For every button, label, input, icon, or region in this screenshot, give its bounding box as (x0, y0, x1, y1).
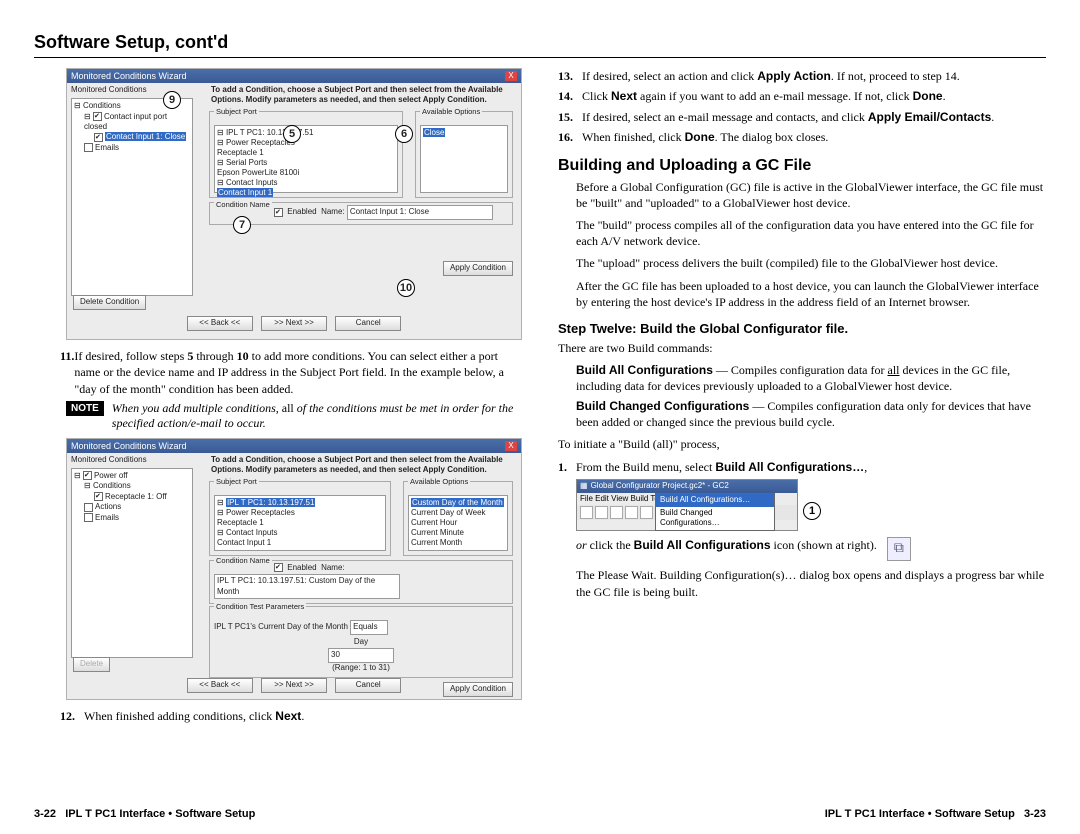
subject-port-label: Subject Port (214, 107, 259, 116)
build-menu-dropdown[interactable]: Build All Configurations… Build Changed … (655, 493, 775, 531)
section-title: Software Setup, cont'd (34, 30, 1046, 58)
tree-item-selected[interactable]: Contact Input 1: Close (105, 132, 186, 141)
wizard-screenshot-2: Monitored Conditions Wizard X Monitored … (66, 438, 522, 700)
condition-name-label: Condition Name (214, 200, 272, 209)
panel-label: Monitored Conditions (67, 453, 197, 466)
name-label: Name: (321, 563, 345, 572)
page-footer: 3-22 IPL T PC1 Interface • Software Setu… (34, 801, 1046, 822)
build-commands-intro: There are two Build commands: (558, 340, 1046, 356)
step-num-12: 12. (60, 708, 84, 724)
def-build-all: Build All Configurations — Compiles conf… (576, 362, 1046, 394)
page-number-left: 3-22 (34, 808, 56, 820)
initiate-build: To initiate a "Build (all)" process, (558, 436, 1046, 452)
cancel-button[interactable]: Cancel (335, 316, 401, 331)
gc-window-icon: ▦ (580, 481, 588, 492)
next-button[interactable]: >> Next >> (261, 316, 327, 331)
equals-field[interactable]: Equals (350, 620, 388, 635)
toolbar-icon[interactable] (625, 506, 638, 519)
step-num-14: 14. (558, 88, 582, 104)
para-build: The "build" process compiles all of the … (576, 217, 1046, 249)
footer-text-left: IPL T PC1 Interface • Software Setup (65, 808, 255, 820)
close-icon[interactable]: X (505, 441, 517, 451)
test-params-label: Condition Test Parameters (214, 602, 306, 611)
test-field-label: IPL T PC1's Current Day of the Month (214, 622, 348, 631)
menu-build-changed[interactable]: Build Changed Configurations… (656, 507, 774, 531)
step-13: If desired, select an action and click A… (582, 68, 960, 84)
step-num-11: 11. (60, 348, 74, 397)
tree-item: Emails (95, 143, 119, 152)
subject-port-list[interactable]: ⊟ IPL T PC1: 10.13.197.51 ⊟ Power Recept… (214, 495, 386, 551)
heading-building: Building and Uploading a GC File (558, 155, 1046, 177)
note-tag: NOTE (66, 401, 104, 417)
right-column: 13.If desired, select an action and clic… (558, 68, 1046, 801)
para-upload: The "upload" process delivers the built … (576, 255, 1046, 271)
window-title: Monitored Conditions Wizard (71, 440, 187, 452)
enabled-checkbox[interactable]: Enabled (287, 207, 316, 216)
step-11-text: If desired, follow steps 5 through 10 to… (74, 348, 522, 397)
gc-window-title: Global Configurator Project.gc2* - GC2 (591, 481, 729, 492)
range-hint: (Range: 1 to 31) (332, 663, 390, 672)
condition-name-label: Condition Name (214, 556, 272, 565)
delete-button: Delete (73, 657, 110, 672)
close-icon[interactable]: X (505, 71, 517, 81)
apply-condition-button[interactable]: Apply Condition (443, 261, 513, 276)
step-1: From the Build menu, select Build All Co… (576, 459, 867, 475)
subject-port-label: Subject Port (214, 477, 259, 486)
step-14: Click Next again if you want to add an e… (582, 88, 946, 104)
tree-root: Conditions (83, 101, 121, 110)
toolbar-icon[interactable] (595, 506, 608, 519)
step-num-13: 13. (558, 68, 582, 84)
conditions-tree[interactable]: ⊟ Power off ⊟ Conditions Receptacle 1: O… (71, 468, 193, 658)
note-text: When you add multiple conditions, all of… (112, 401, 522, 432)
or-click-icon: or click the Build All Configurations ic… (576, 537, 1046, 561)
day-label: Day (354, 637, 368, 646)
please-wait-para: The Please Wait. Building Configuration(… (576, 567, 1046, 599)
step-num-16: 16. (558, 129, 582, 145)
toolbar-icon[interactable] (580, 506, 593, 519)
enabled-checkbox[interactable]: Enabled (287, 563, 316, 572)
para-intro: Before a Global Configuration (GC) file … (576, 179, 1046, 211)
step-num-15: 15. (558, 109, 582, 125)
left-column: Monitored Conditions Wizard X Monitored … (34, 68, 522, 801)
available-options-list[interactable]: Custom Day of the Month Current Day of W… (408, 495, 508, 551)
delete-condition-button[interactable]: Delete Condition (73, 295, 146, 310)
step-15: If desired, select an e-mail message and… (582, 109, 994, 125)
page-number-right: 3-23 (1024, 808, 1046, 820)
conditions-tree[interactable]: ⊟ Conditions ⊟ Contact input port closed… (71, 98, 193, 296)
heading-step-twelve: Step Twelve: Build the Global Configurat… (558, 320, 1046, 338)
back-button[interactable]: << Back << (187, 316, 253, 331)
def-build-changed: Build Changed Configurations — Compiles … (576, 398, 1046, 430)
step-12-text: When finished adding conditions, click N… (84, 708, 304, 724)
menu-build-all[interactable]: Build All Configurations… (656, 494, 774, 507)
day-input[interactable]: 30 (328, 648, 394, 663)
instruction-text: To add a Condition, choose a Subject Por… (205, 83, 517, 109)
wizard-screenshot-1: Monitored Conditions Wizard X Monitored … (66, 68, 522, 340)
name-input[interactable]: IPL T PC1: 10.13.197.51: Custom Day of t… (214, 574, 400, 600)
next-button[interactable]: >> Next >> (261, 678, 327, 693)
name-input[interactable]: Contact Input 1: Close (347, 205, 493, 220)
footer-text-right: IPL T PC1 Interface • Software Setup (825, 808, 1015, 820)
para-after: After the GC file has been uploaded to a… (576, 278, 1046, 310)
subject-port-list[interactable]: ⊟ IPL T PC1: 10.13.197.51 ⊟ Power Recept… (214, 125, 398, 193)
toolbar-icon[interactable] (610, 506, 623, 519)
available-options-label: Available Options (408, 477, 470, 486)
available-options-label: Available Options (420, 107, 482, 116)
apply-condition-button[interactable]: Apply Condition (443, 682, 513, 697)
gc-project-screenshot: ▦Global Configurator Project.gc2* - GC2 … (576, 479, 798, 532)
available-options-list[interactable]: Close (420, 125, 508, 193)
toolbar-icon[interactable] (640, 506, 653, 519)
step-num-1: 1. (558, 459, 576, 475)
window-title: Monitored Conditions Wizard (71, 70, 187, 82)
cancel-button[interactable]: Cancel (335, 678, 401, 693)
build-all-icon: ⧉ (887, 537, 911, 561)
back-button[interactable]: << Back << (187, 678, 253, 693)
step-16: When finished, click Done. The dialog bo… (582, 129, 828, 145)
callout-1: 1 (803, 502, 821, 520)
name-label: Name: (321, 207, 345, 216)
instruction-text: To add a Condition, choose a Subject Por… (205, 453, 517, 479)
